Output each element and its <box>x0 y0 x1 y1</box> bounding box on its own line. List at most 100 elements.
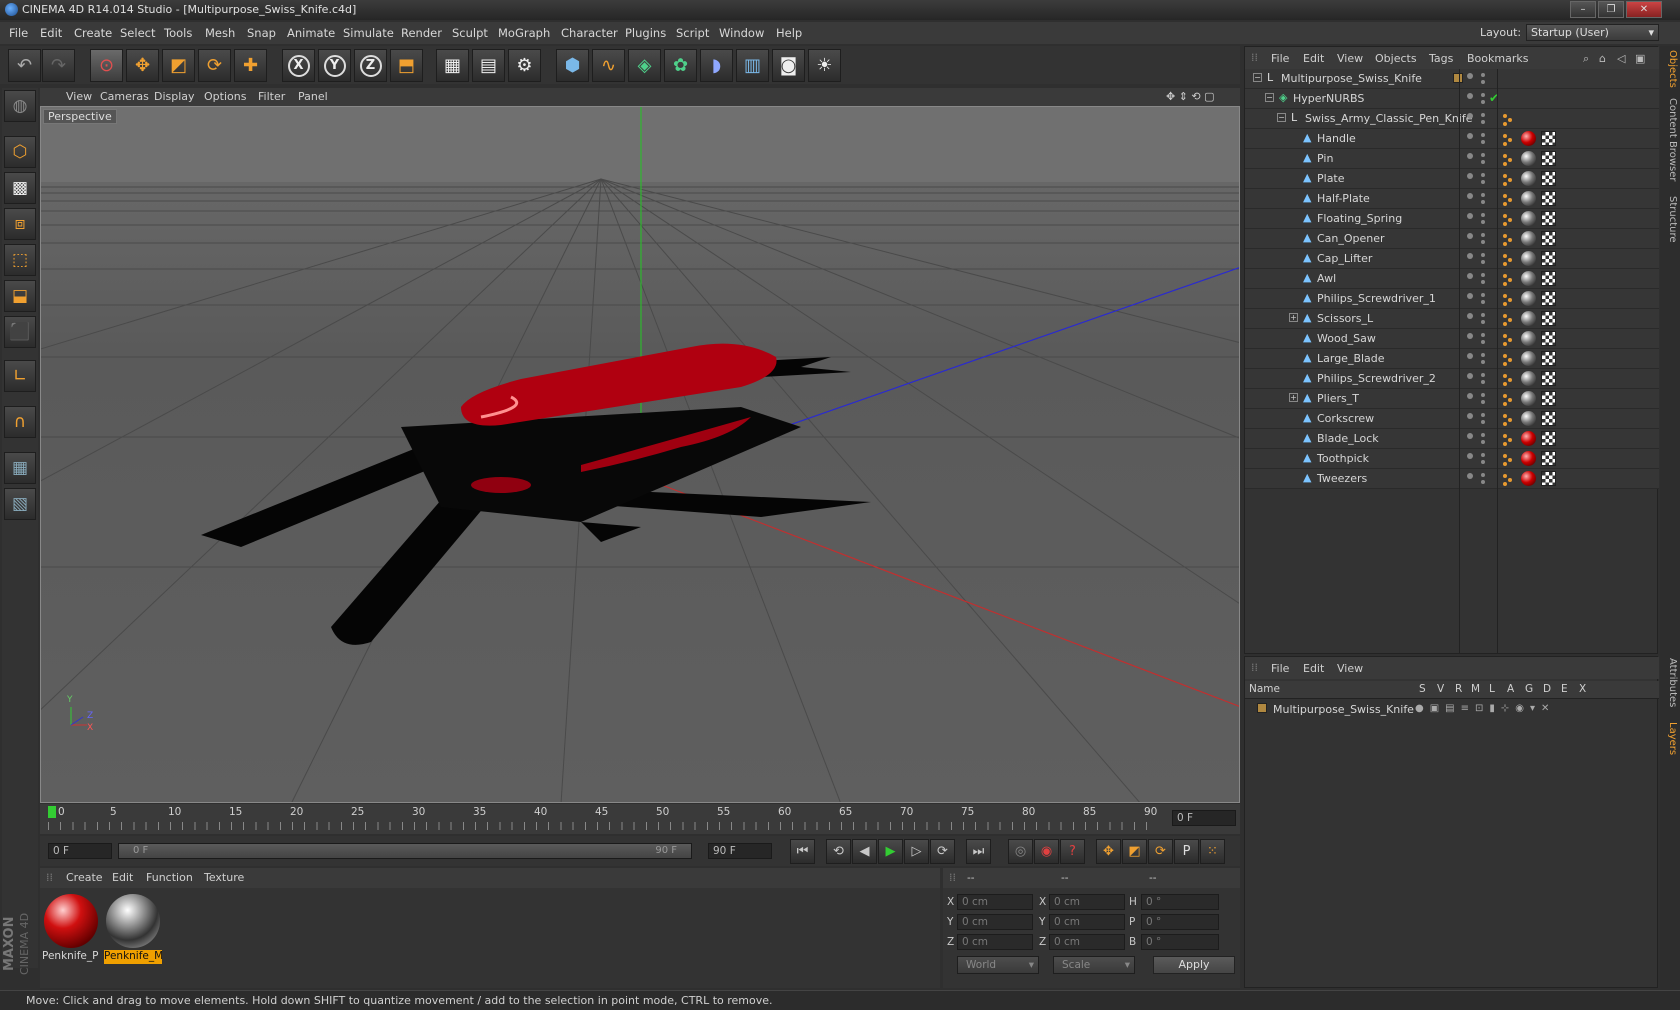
play-icon[interactable]: ▶ <box>878 839 903 864</box>
render-visibility-dot[interactable] <box>1481 433 1485 437</box>
point-level-key-icon[interactable]: ⁙ <box>1200 839 1225 864</box>
editor-visibility-dot[interactable] <box>1467 373 1473 379</box>
object-name[interactable]: Awl <box>1317 272 1336 285</box>
object-name[interactable]: Half-Plate <box>1317 192 1370 205</box>
material-tag-icon[interactable] <box>1521 451 1536 466</box>
layer-menu-view[interactable]: View <box>1337 662 1363 675</box>
object-name[interactable]: Multipurpose_Swiss_Knife <box>1281 72 1422 85</box>
object-row[interactable]: ▲ Half-Plate <box>1245 189 1659 209</box>
render-visibility-dot[interactable] <box>1481 340 1485 344</box>
menu-edit[interactable]: Edit <box>40 26 62 40</box>
render-visibility-dot[interactable] <box>1481 260 1485 264</box>
menu-mesh[interactable]: Mesh <box>205 26 235 40</box>
object-menu-bookmarks[interactable]: Bookmarks <box>1467 52 1528 65</box>
object-name[interactable]: Large_Blade <box>1317 352 1385 365</box>
end-frame-field[interactable]: 90 F <box>708 843 772 859</box>
object-menu-edit[interactable]: Edit <box>1303 52 1324 65</box>
render-visibility-dot[interactable] <box>1481 373 1485 377</box>
material-tag-icon[interactable] <box>1521 471 1536 486</box>
object-name[interactable]: Toothpick <box>1317 452 1369 465</box>
object-row[interactable]: ▲ Pin <box>1245 149 1659 169</box>
material-tag-icon[interactable] <box>1521 411 1536 426</box>
uvw-tag-icon[interactable] <box>1541 471 1556 486</box>
light-icon[interactable]: ☀ <box>808 49 841 82</box>
edges-mode-icon[interactable]: ⬓ <box>4 280 36 312</box>
render-visibility-dot[interactable] <box>1481 393 1485 397</box>
timeline-ruler[interactable]: 0 5 10 15 20 25 30 35 40 45 50 55 60 65 … <box>40 804 1240 834</box>
hypernurbs-weight-tag-icon[interactable] <box>1503 172 1515 186</box>
editor-visibility-dot[interactable] <box>1467 393 1473 399</box>
render-visibility-dot[interactable] <box>1481 133 1485 137</box>
hypernurbs-weight-tag-icon[interactable] <box>1503 452 1515 466</box>
panel-grip-icon[interactable]: ⁞⁞ <box>949 871 956 884</box>
axis-mode-icon[interactable]: ∟ <box>4 360 36 392</box>
uvw-tag-icon[interactable] <box>1541 171 1556 186</box>
editor-visibility-dot[interactable] <box>1467 193 1473 199</box>
parameter-key-icon[interactable]: P <box>1174 839 1199 864</box>
object-row[interactable]: ▲ Plate <box>1245 169 1659 189</box>
material-tag-icon[interactable] <box>1521 231 1536 246</box>
uvw-tag-icon[interactable] <box>1541 271 1556 286</box>
object-row[interactable]: ▲ Toothpick <box>1245 449 1659 469</box>
expand-toggle-icon[interactable]: + <box>1289 393 1298 402</box>
hypernurbs-weight-tag-icon[interactable] <box>1503 252 1515 266</box>
render-visibility-dot[interactable] <box>1481 460 1485 464</box>
go-to-start-icon[interactable]: ⏮ <box>790 839 815 864</box>
object-row[interactable]: ▲ Awl <box>1245 269 1659 289</box>
coordinate-system-icon[interactable]: ⬒ <box>390 49 423 82</box>
scale-icon[interactable]: ◩ <box>162 49 195 82</box>
editor-visibility-dot[interactable] <box>1467 153 1473 159</box>
lock-workplane-icon[interactable]: ▦ <box>4 452 36 484</box>
menu-tools[interactable]: Tools <box>164 26 192 40</box>
object-name[interactable]: Plate <box>1317 172 1345 185</box>
viewport-menu-display[interactable]: Display <box>154 90 195 103</box>
object-row[interactable]: + ▲ Pliers_T <box>1245 389 1659 409</box>
render-visibility-dot[interactable] <box>1481 440 1485 444</box>
editor-visibility-dot[interactable] <box>1467 173 1473 179</box>
panel-grip-icon[interactable]: ⁞⁞ <box>46 871 53 884</box>
editor-visibility-dot[interactable] <box>1467 273 1473 279</box>
hypernurbs-weight-tag-icon[interactable] <box>1503 292 1515 306</box>
object-row[interactable]: ▲ Handle <box>1245 129 1659 149</box>
viewport-menu-filter[interactable]: Filter <box>258 90 285 103</box>
object-row[interactable]: ▲ Large_Blade <box>1245 349 1659 369</box>
layer-col-g[interactable]: G <box>1525 683 1533 695</box>
object-menu-file[interactable]: File <box>1271 52 1289 65</box>
material-swatch-penknife-m[interactable]: Penknife_M <box>104 892 162 964</box>
frame-range-slider[interactable]: 0 F 90 F <box>118 843 692 859</box>
object-row[interactable]: ▲ Philips_Screwdriver_1 <box>1245 289 1659 309</box>
editor-visibility-dot[interactable] <box>1467 413 1473 419</box>
object-name[interactable]: Floating_Spring <box>1317 212 1402 225</box>
render-visibility-dot[interactable] <box>1481 280 1485 284</box>
hypernurbs-weight-tag-icon[interactable] <box>1503 392 1515 406</box>
editor-visibility-dot[interactable] <box>1467 473 1473 479</box>
rotate-icon[interactable]: ⟳ <box>198 49 231 82</box>
back-icon[interactable]: ◁ <box>1617 52 1625 65</box>
layer-col-r[interactable]: R <box>1455 683 1462 695</box>
render-visibility-dot[interactable] <box>1481 153 1485 157</box>
layer-col-name[interactable]: Name <box>1249 683 1280 695</box>
expand-toggle-icon[interactable]: − <box>1265 93 1274 102</box>
render-settings-icon[interactable]: ⚙ <box>508 49 541 82</box>
layer-col-x[interactable]: X <box>1579 683 1586 695</box>
viewport-menu-options[interactable]: Options <box>204 90 246 103</box>
snap-icon[interactable]: ∩ <box>4 406 36 438</box>
editor-visibility-dot[interactable] <box>1467 113 1473 119</box>
editor-visibility-dot[interactable] <box>1467 313 1473 319</box>
minimize-button[interactable]: – <box>1570 1 1596 18</box>
editor-visibility-dot[interactable] <box>1467 333 1473 339</box>
uvw-tag-icon[interactable] <box>1541 311 1556 326</box>
render-visibility-dot[interactable] <box>1481 200 1485 204</box>
render-picture-viewer-icon[interactable]: ▤ <box>472 49 505 82</box>
render-visibility-dot[interactable] <box>1481 333 1485 337</box>
object-row[interactable]: ▲ Tweezers <box>1245 469 1659 489</box>
nurbs-icon[interactable]: ◈ <box>628 49 661 82</box>
menu-simulate[interactable]: Simulate <box>343 26 394 40</box>
menu-animate[interactable]: Animate <box>287 26 335 40</box>
object-name[interactable]: Can_Opener <box>1317 232 1385 245</box>
editor-visibility-dot[interactable] <box>1467 133 1473 139</box>
layer-flags-icons[interactable]: ●▣▤≡⊡▮⊹◉▾✕ <box>1415 703 1555 714</box>
viewport-menu-view[interactable]: View <box>66 90 92 103</box>
layer-color-swatch[interactable] <box>1257 703 1267 713</box>
render-visibility-dot[interactable] <box>1481 400 1485 404</box>
